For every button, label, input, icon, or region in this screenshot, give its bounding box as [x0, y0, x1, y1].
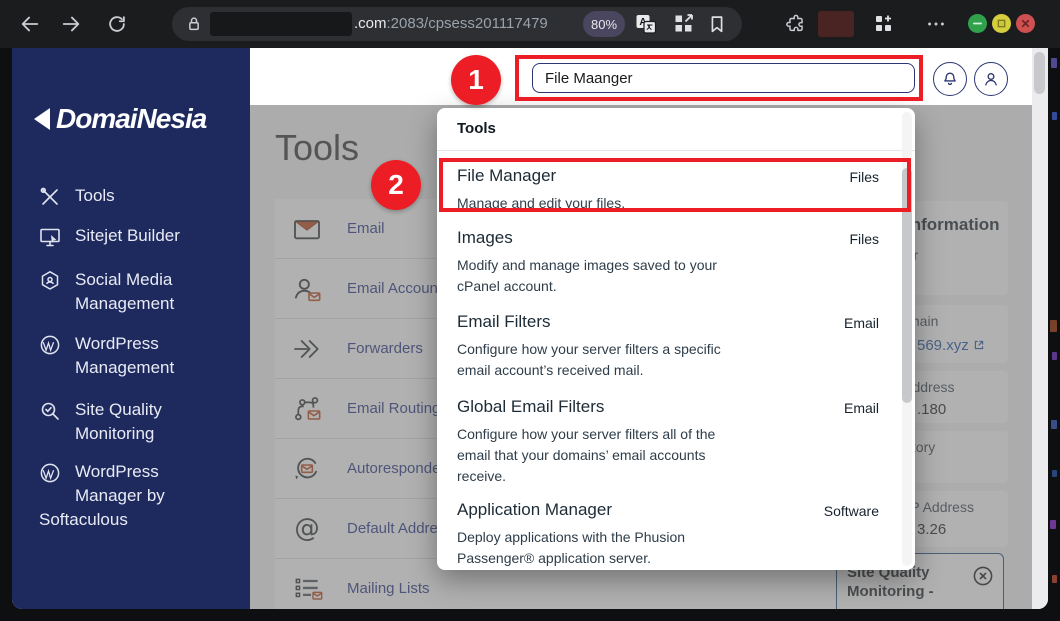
- window-close-button[interactable]: [1016, 14, 1035, 33]
- result-category: Email: [844, 315, 879, 331]
- sidebar-item-label: Management: [75, 356, 174, 380]
- dropdown-section-header: Tools: [457, 120, 496, 137]
- sidebar: DomaiNesia Tools Sitejet Builder Social …: [12, 48, 250, 609]
- sidebar-item-label: Tools: [75, 184, 115, 208]
- sidebar-item-label: Softaculous: [39, 508, 165, 532]
- wordpress-icon: [38, 332, 62, 380]
- desktop-sliver-speck: [1052, 575, 1057, 583]
- result-title: Global Email Filters: [457, 397, 604, 417]
- zoom-level-badge[interactable]: 80%: [583, 11, 625, 37]
- result-description: Deploy applications with the Phusion: [457, 527, 685, 548]
- desktop-sliver-speck: [1051, 420, 1057, 429]
- result-application-manager[interactable]: Application Manager Software Deploy appl…: [457, 500, 879, 570]
- sidebar-item-site-quality-monitoring[interactable]: Site QualityMonitoring: [38, 398, 162, 446]
- forward-button[interactable]: [59, 12, 83, 36]
- address-bar[interactable]: .com:2083/cpsess201117479 80% A: [172, 7, 742, 41]
- forward-arrow-icon: [60, 13, 82, 35]
- result-description: Configure how your server filters a spec…: [457, 339, 721, 360]
- notifications-button[interactable]: [933, 62, 967, 96]
- result-images[interactable]: Images Files Modify and manage images sa…: [457, 228, 879, 301]
- desktop-sliver-speck: [1050, 520, 1056, 529]
- logo-triangle-icon: [34, 108, 50, 130]
- sidebar-item-wordpress-manager-softaculous[interactable]: WordPressManager bySoftaculous: [38, 460, 165, 532]
- sidebar-item-label: Monitoring: [75, 422, 162, 446]
- result-title: Application Manager: [457, 500, 612, 520]
- sidebar-item-tools[interactable]: Tools: [38, 184, 115, 209]
- reload-button[interactable]: [105, 12, 129, 36]
- result-description: Passenger® application server.: [457, 548, 685, 569]
- result-title: Email Filters: [457, 312, 551, 332]
- sidebar-item-wordpress-management[interactable]: WordPressManagement: [38, 332, 174, 380]
- user-icon: [981, 69, 1001, 89]
- sitejet-builder-icon: [38, 224, 62, 249]
- sidebar-item-label: WordPress: [75, 460, 165, 484]
- screenshot-stage: .com:2083/cpsess201117479 80% A: [0, 0, 1060, 621]
- page-scrollbar-thumb[interactable]: [1034, 52, 1045, 94]
- page-viewport: DomaiNesia Tools Sitejet Builder Social …: [12, 48, 1048, 609]
- share-tab-icon[interactable]: [672, 12, 696, 36]
- result-category: Software: [824, 503, 879, 519]
- bell-icon: [940, 69, 960, 89]
- redacted-url-domain: [210, 12, 352, 36]
- sidebar-item-label: Sitejet Builder: [75, 224, 180, 248]
- result-description: email that your domains’ email accounts: [457, 445, 715, 466]
- dropdown-divider: [437, 150, 915, 151]
- window-maximize-button[interactable]: [992, 14, 1011, 33]
- desktop-sliver-speck: [1051, 58, 1057, 68]
- result-description: email account’s received mail.: [457, 360, 721, 381]
- user-account-button[interactable]: [974, 62, 1008, 96]
- annotation-step-1: 1: [451, 55, 501, 105]
- browser-menu-dots-icon[interactable]: [924, 12, 948, 36]
- redacted-profile-avatar[interactable]: [818, 11, 854, 37]
- desktop-sliver-speck: [1052, 352, 1057, 360]
- reload-icon: [106, 13, 128, 35]
- desktop-sliver-speck: [1052, 112, 1057, 120]
- result-description: Configure how your server filters all of…: [457, 424, 715, 445]
- result-global-email-filters[interactable]: Global Email Filters Email Configure how…: [457, 397, 879, 491]
- sidebar-item-sitejet-builder[interactable]: Sitejet Builder: [38, 224, 180, 249]
- result-email-filters[interactable]: Email Filters Email Configure how your s…: [457, 312, 879, 385]
- translate-icon[interactable]: A: [634, 12, 658, 36]
- result-category: Email: [844, 400, 879, 416]
- sidebar-item-label: Social Media: [75, 268, 174, 292]
- browser-toolbar: .com:2083/cpsess201117479 80% A: [0, 0, 1060, 48]
- annotation-step-2: 2: [371, 160, 421, 210]
- desktop-sliver-speck: [1050, 320, 1057, 332]
- url-text: .com:2083/cpsess201117479: [354, 15, 548, 32]
- page-scrollbar[interactable]: [1032, 48, 1048, 609]
- annotation-box-search: [515, 55, 923, 101]
- sidebar-item-social-media-management[interactable]: Social MediaManagement: [38, 268, 174, 316]
- domainesia-logo: DomaiNesia: [34, 103, 206, 135]
- apps-grid-plus-icon[interactable]: [872, 12, 896, 36]
- site-quality-icon: [38, 398, 62, 446]
- window-minimize-button[interactable]: [968, 14, 987, 33]
- sidebar-item-label: Site Quality: [75, 398, 162, 422]
- sidebar-item-label: WordPress: [75, 332, 174, 356]
- sidebar-item-label: Management: [75, 292, 174, 316]
- result-category: Files: [849, 231, 879, 247]
- bookmark-icon[interactable]: [706, 13, 728, 35]
- result-title: Images: [457, 228, 513, 248]
- annotation-box-file-manager: [439, 158, 911, 212]
- result-description: receive.: [457, 466, 715, 487]
- tools-icon: [38, 184, 62, 209]
- result-description: cPanel account.: [457, 276, 717, 297]
- desktop-sliver-speck: [1052, 470, 1057, 477]
- logo-text: DomaiNesia: [56, 103, 206, 135]
- url-path: :2083/cpsess201117479: [387, 15, 548, 32]
- lock-icon: [184, 14, 204, 34]
- back-arrow-icon: [19, 13, 41, 35]
- back-button[interactable]: [18, 12, 42, 36]
- result-description: Modify and manage images saved to your: [457, 255, 717, 276]
- sidebar-item-label: Manager by: [75, 484, 165, 508]
- extensions-puzzle-icon[interactable]: [784, 12, 808, 36]
- url-domain-suffix: .com: [354, 15, 387, 32]
- social-media-icon: [38, 268, 62, 316]
